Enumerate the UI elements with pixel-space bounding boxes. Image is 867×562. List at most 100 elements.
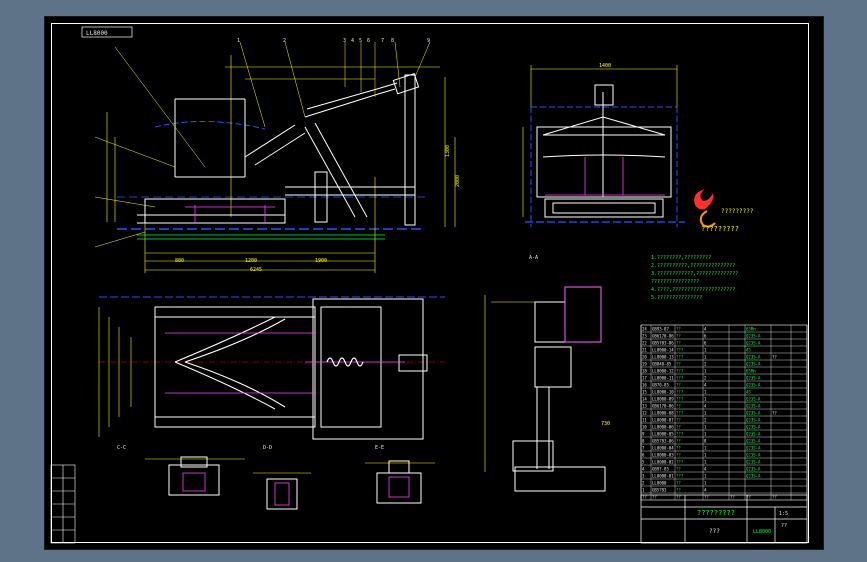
parts-table-cell: 8 <box>704 439 707 444</box>
parts-table-cell: 6 <box>704 334 707 339</box>
parts-table-cell: LL8000-04 <box>652 446 674 451</box>
parts-table-cell: LL8000-01 <box>652 474 674 479</box>
note-2: 2.??????????,??????????????? <box>651 263 735 269</box>
parts-table-cell: 4 <box>704 404 707 409</box>
parts-table-cell: 23 <box>642 334 647 339</box>
parts-table-cell: Q235-A <box>746 383 761 388</box>
parts-table-cell: 5 <box>642 460 645 465</box>
parts-table-cell: LL8000-03 <box>652 453 674 458</box>
leader-number-4: 4 <box>351 38 354 44</box>
parts-table-cell: GB93-87 <box>652 327 669 332</box>
parts-table-cell: 65Mn <box>746 369 756 374</box>
parts-table-cell: ?? <box>676 404 681 409</box>
parts-table-cell: ??? <box>676 460 684 465</box>
parts-table-cell: GB5783 <box>652 488 667 493</box>
parts-table-cell: ??? <box>676 411 684 416</box>
parts-table-cell: 22 <box>642 341 647 346</box>
parts-table-cell: 14 <box>642 397 647 402</box>
parts-table-cell: ?? <box>676 453 681 458</box>
parts-table-cell: Q235-A <box>746 404 761 409</box>
note-6: 5.??????????????? <box>651 295 702 301</box>
parts-table-cell: ?? <box>676 362 681 367</box>
parts-table-cell: GB97-85 <box>652 467 669 472</box>
parts-table: 24 GB93-87?? 4 65Mn23 GB6170-86?? 6 Q235-A22 GB… <box>640 324 808 501</box>
parts-table-cell: ??? <box>676 355 684 360</box>
front-view: 1400 <box>522 63 685 227</box>
parts-table-cell: Q235-A <box>746 425 761 430</box>
title-block <box>640 494 808 544</box>
leader-number-2: 2 <box>283 38 286 44</box>
parts-table-cell: LL8000-07 <box>652 418 674 423</box>
leader-number-5: 5 <box>359 38 362 44</box>
parts-table-cell: 17 <box>642 376 647 381</box>
parts-table-cell: LL8000-05 <box>652 432 674 437</box>
parts-table-cell: LL8000-14 <box>652 348 674 353</box>
parts-table-cell: 15 <box>642 390 647 395</box>
parts-table-cell: 1 <box>704 397 707 402</box>
parts-table-cell: 45 <box>746 348 751 353</box>
side-elevation-view: 880 1200 1900 6245 1300 2000 <box>94 41 461 273</box>
parts-table-cell: LL8000-12 <box>652 369 674 374</box>
parts-table-cell: GB848-85 <box>652 362 672 367</box>
parts-table-cell: LL8000-02 <box>652 460 674 465</box>
parts-table-cell: LL8000-10 <box>652 390 674 395</box>
parts-table-cell: GB6170-86 <box>652 334 674 339</box>
parts-table-cell: LL8000-13 <box>652 355 674 360</box>
cad-drawing-canvas: LL8000 880 1200 1900 6245 1300 2000 1 2 … <box>50 26 808 544</box>
parts-table-cell: 3 <box>642 474 645 479</box>
parts-table-cell: 1 <box>704 446 707 451</box>
parts-table-cell: 65Mn <box>746 327 756 332</box>
parts-table-cell: 4 <box>642 467 645 472</box>
parts-table-cell: ??? <box>676 390 684 395</box>
parts-table-cell: 1 <box>704 460 707 465</box>
parts-table-cell: 21 <box>642 348 647 353</box>
parts-table-cell: GB5783-86 <box>652 439 674 444</box>
parts-table-cell: ?? <box>676 446 681 451</box>
parts-table-cell: ??? <box>676 474 684 479</box>
parts-table-cell: 1 <box>704 355 707 360</box>
parts-table-cell: Q235-A <box>746 397 761 402</box>
parts-table-cell: ?? <box>676 418 681 423</box>
note-4: ???????????????? <box>651 279 699 285</box>
leader-number-6: 6 <box>367 38 370 44</box>
parts-table-cell: 6 <box>642 453 645 458</box>
parts-table-cell: Q235-A <box>746 355 761 360</box>
code-box-text: LL8000 <box>86 30 108 37</box>
dim-880: 880 <box>175 258 184 264</box>
parts-table-cell: Q235-A <box>746 446 761 451</box>
parts-table-cell: 4 <box>704 488 707 493</box>
parts-table-cell: 2 <box>704 418 707 423</box>
parts-table-cell: LL8000-06 <box>652 425 674 430</box>
note-5: 4.????,????????????????????? <box>651 287 735 293</box>
dim-1900: 1900 <box>315 258 327 264</box>
section-label-d: D-D <box>263 445 272 451</box>
parts-table-cell: 18 <box>642 369 647 374</box>
parts-table-cell: ?? <box>676 327 681 332</box>
parts-table-cell: 7 <box>642 446 645 451</box>
parts-table-cell: GB70-85 <box>652 383 669 388</box>
parts-table-cell: ?? <box>676 341 681 346</box>
logo-text-1: ????????? <box>721 208 754 215</box>
parts-table-cell: 2 <box>704 376 707 381</box>
parts-table-cell: 8 <box>642 439 645 444</box>
section-label-a: A-A <box>529 255 538 261</box>
parts-table-cell: ??? <box>676 348 684 353</box>
leader-number-9: 9 <box>427 38 430 44</box>
parts-table-cell: 12 <box>642 411 647 416</box>
parts-table-cell: 16 <box>642 383 647 388</box>
parts-table-cell: 1 <box>642 488 645 493</box>
parts-table-cell: 1 <box>704 411 707 416</box>
parts-table-cell: 1 <box>704 474 707 479</box>
parts-table-cell: 1 <box>704 348 707 353</box>
technical-notes: 1.????????,????????? 2.??????????,??????… <box>651 255 738 301</box>
parts-table-cell: ?? <box>676 425 681 430</box>
parts-table-cell: 1 <box>704 453 707 458</box>
section-a-a: A-A 730 <box>484 255 610 492</box>
parts-table-cell: ??? <box>676 397 684 402</box>
parts-table-cell: 4 <box>704 383 707 388</box>
parts-table-cell: Q235-A <box>746 362 761 367</box>
parts-table-cell: ?? <box>772 411 777 416</box>
parts-table-cell: Q235-A <box>746 418 761 423</box>
parts-table-cell: 2 <box>704 362 707 367</box>
leader-number-8: 8 <box>391 38 394 44</box>
